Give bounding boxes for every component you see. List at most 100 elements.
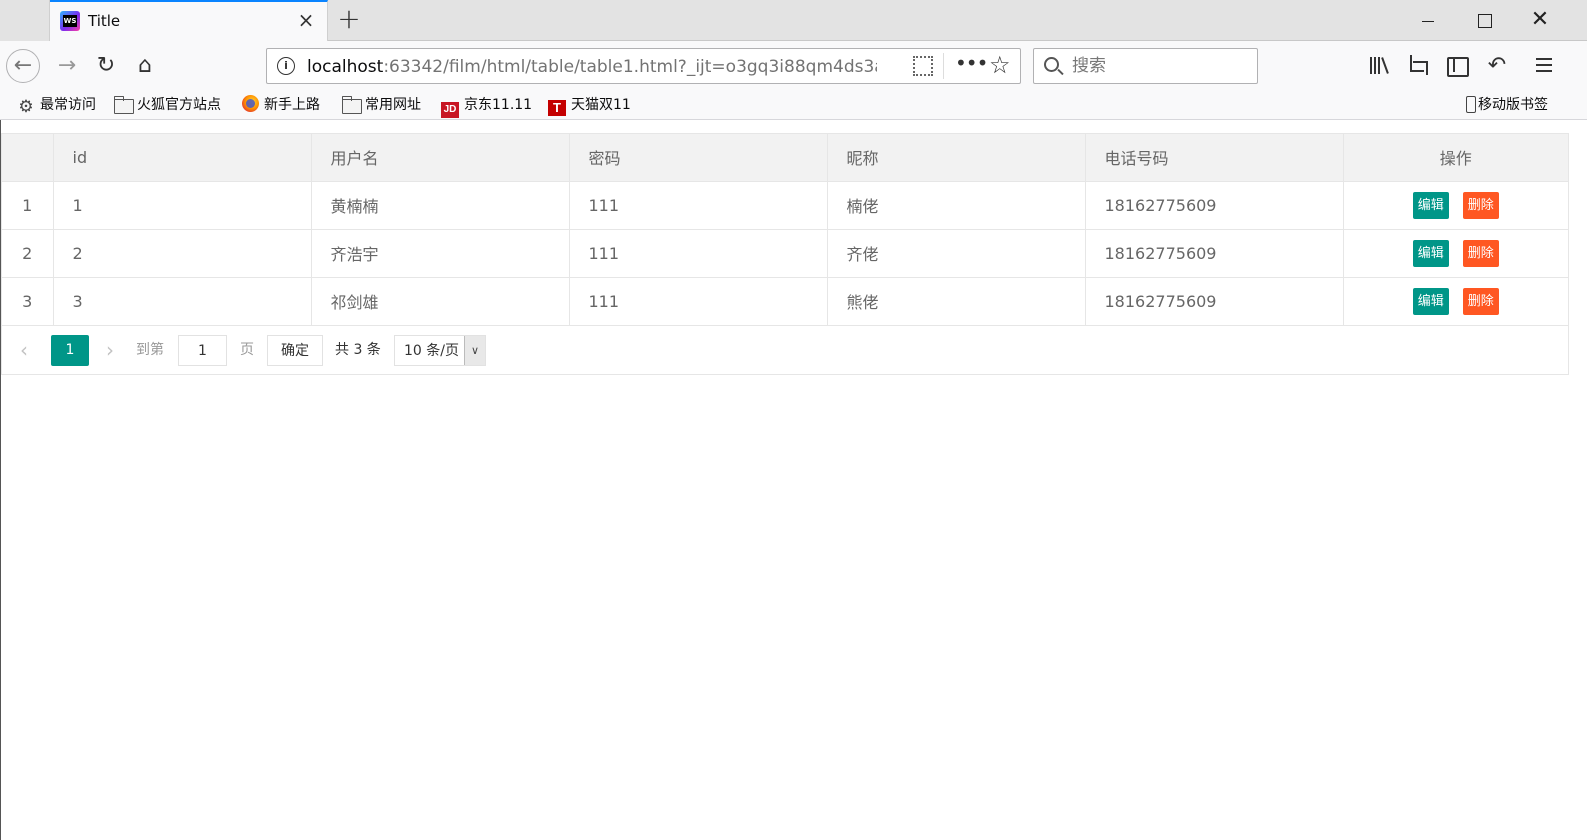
tab-title[interactable]: Title ×	[50, 0, 328, 42]
webstorm-icon	[60, 11, 80, 31]
bookmarks-toolbar: ⚙ 最常访问 火狐官方站点 新手上路 常用网址 JD 京东11.11 T 天猫双11 …	[0, 91, 1587, 120]
url-divider	[943, 53, 944, 79]
sidebar-icon[interactable]	[1445, 54, 1469, 78]
page-content: id 用户名 密码 昵称 电话号码 操作 1 1 黄楠楠 111 楠佬 1816…	[0, 120, 1587, 840]
bookmark-label: 移动版书签	[1478, 97, 1548, 113]
bookmark-mobile[interactable]: 移动版书签	[1462, 94, 1548, 116]
bookmark-most-visited[interactable]: ⚙ 最常访问	[17, 94, 96, 116]
header-username[interactable]: 用户名	[311, 134, 570, 182]
bookmark-label: 最常访问	[40, 97, 96, 113]
new-tab-icon[interactable]: +	[336, 5, 362, 34]
prev-page-icon[interactable]: ‹	[20, 335, 28, 366]
cell-id: 3	[53, 277, 312, 326]
page-number-input[interactable]: 1	[178, 334, 227, 366]
cell-id: 1	[53, 181, 312, 230]
header-phone[interactable]: 电话号码	[1085, 134, 1344, 182]
library-icon[interactable]	[1367, 54, 1391, 78]
table-row: 2 2 齐浩宇 111 齐佬 18162775609 编辑 删除	[2, 229, 1568, 278]
bookmark-star-icon[interactable]: ☆	[989, 52, 1011, 78]
cell-username: 祁剑雄	[311, 277, 570, 326]
reload-icon[interactable]: ↻	[89, 49, 123, 83]
data-table: id 用户名 密码 昵称 电话号码 操作 1 1 黄楠楠 111 楠佬 1816…	[2, 134, 1568, 326]
chevron-down-icon[interactable]: ∨	[464, 335, 485, 365]
delete-button[interactable]: 删除	[1462, 191, 1499, 219]
site-info-icon[interactable]: i	[277, 57, 295, 75]
cell-username: 齐浩宇	[311, 229, 570, 278]
page-label: 页	[240, 341, 254, 358]
cell-password: 111	[569, 277, 828, 326]
tab-strip: Title × + ✕	[0, 0, 1587, 42]
cell-password: 111	[569, 229, 828, 278]
row-number: 2	[2, 229, 54, 278]
table-header-row: id 用户名 密码 昵称 电话号码 操作	[2, 134, 1568, 182]
search-icon	[1044, 57, 1059, 72]
cell-phone: 18162775609	[1085, 277, 1344, 326]
folder-icon	[114, 96, 134, 114]
bookmark-label: 京东11.11	[464, 97, 533, 113]
cell-phone: 18162775609	[1085, 181, 1344, 230]
screenshot-crop-icon[interactable]	[1406, 54, 1430, 78]
bookmark-label: 常用网址	[365, 97, 421, 113]
forward-icon[interactable]: →	[50, 49, 84, 83]
total-count: 共 3 条	[335, 341, 381, 358]
table-row: 3 3 祁剑雄 111 熊佬 18162775609 编辑 删除	[2, 277, 1568, 326]
header-id[interactable]: id	[53, 134, 312, 182]
hamburger-menu-icon[interactable]	[1533, 54, 1557, 78]
minimize-icon[interactable]	[1400, 0, 1456, 41]
edit-button[interactable]: 编辑	[1412, 191, 1449, 219]
address-bar[interactable]: i localhost:63342/film/html/table/table1…	[266, 48, 1021, 84]
user-table: id 用户名 密码 昵称 电话号码 操作 1 1 黄楠楠 111 楠佬 1816…	[1, 133, 1569, 375]
header-row-number	[2, 134, 54, 182]
bookmark-getting-started[interactable]: 新手上路	[242, 94, 320, 116]
cell-phone: 18162775609	[1085, 229, 1344, 278]
undo-arrow-icon[interactable]: ↶	[1485, 54, 1509, 78]
cell-nickname: 齐佬	[827, 229, 1086, 278]
bookmark-tmall[interactable]: T 天猫双11	[548, 94, 631, 116]
delete-button[interactable]: 删除	[1462, 239, 1499, 267]
edit-button[interactable]: 编辑	[1412, 239, 1449, 267]
page-1-button[interactable]: 1	[51, 334, 89, 366]
mobile-phone-icon	[1462, 96, 1476, 113]
close-tab-icon[interactable]: ×	[297, 10, 315, 30]
bookmark-firefox-site[interactable]: 火狐官方站点	[114, 94, 221, 116]
url-text[interactable]: localhost:63342/film/html/table/table1.h…	[307, 57, 877, 77]
home-icon[interactable]: ⌂	[128, 49, 162, 83]
next-page-icon[interactable]: ›	[106, 335, 114, 366]
delete-button[interactable]: 删除	[1462, 287, 1499, 315]
cell-password: 111	[569, 181, 828, 230]
jd-logo-icon: JD	[441, 102, 459, 118]
cell-username: 黄楠楠	[311, 181, 570, 230]
edit-button[interactable]: 编辑	[1412, 287, 1449, 315]
table-row: 1 1 黄楠楠 111 楠佬 18162775609 编辑 删除	[2, 181, 1568, 230]
bookmark-label: 新手上路	[264, 97, 320, 113]
bookmark-common-sites[interactable]: 常用网址	[342, 94, 421, 116]
bookmark-label: 火狐官方站点	[137, 97, 221, 113]
tmall-logo-icon: T	[548, 100, 566, 116]
window-close-icon[interactable]: ✕	[1512, 0, 1568, 41]
pagination: ‹ 1 › 到第 1 页 确定 共 3 条 10 条/页 ∨	[2, 326, 1568, 374]
bookmark-jd[interactable]: JD 京东11.11	[441, 94, 533, 118]
qr-code-icon[interactable]	[913, 56, 933, 76]
search-input[interactable]	[1072, 56, 1252, 76]
page-size-select[interactable]: 10 条/页 ∨	[394, 334, 486, 366]
page-actions-icon[interactable]: •••	[955, 51, 988, 75]
nav-bar: ← → ↻ ⌂ i localhost:63342/film/html/tabl…	[0, 41, 1587, 91]
cell-nickname: 楠佬	[827, 181, 1086, 230]
confirm-button[interactable]: 确定	[267, 334, 323, 366]
cell-actions: 编辑 删除	[1343, 277, 1568, 326]
header-password[interactable]: 密码	[569, 134, 828, 182]
header-actions: 操作	[1343, 134, 1568, 182]
url-host: localhost	[307, 57, 384, 77]
back-icon[interactable]: ←	[6, 49, 40, 83]
folder-icon	[342, 96, 362, 114]
search-box[interactable]	[1033, 48, 1258, 84]
tab-title-label: Title	[88, 12, 121, 30]
firefox-icon	[242, 95, 259, 112]
maximize-icon[interactable]	[1456, 0, 1512, 41]
tab-strip-edge	[0, 0, 50, 41]
page-size-value: 10 条/页	[404, 342, 459, 359]
gear-icon: ⚙	[18, 97, 34, 117]
row-number: 1	[2, 181, 54, 230]
header-nickname[interactable]: 昵称	[827, 134, 1086, 182]
goto-label: 到第	[136, 341, 164, 358]
